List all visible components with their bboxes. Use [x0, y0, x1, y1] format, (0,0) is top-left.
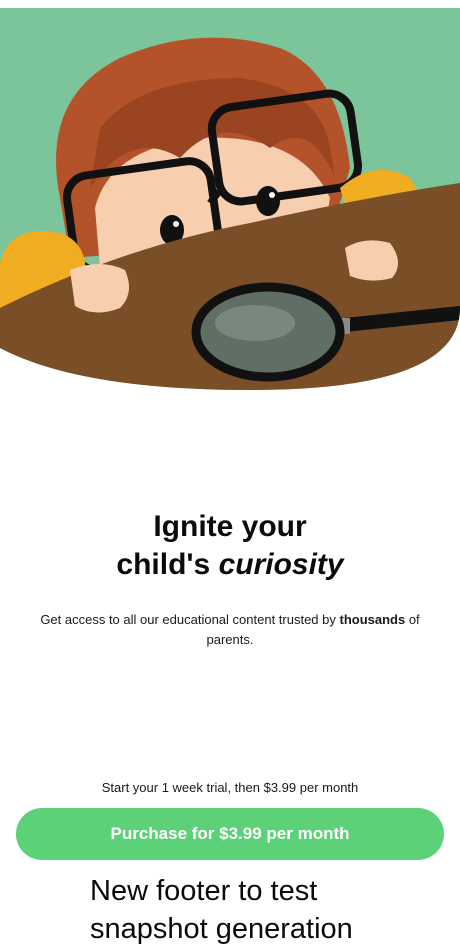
headline-line-1: Ignite your: [153, 510, 307, 543]
footer-text: New footer to test snapshot generation: [90, 875, 353, 945]
headline-line-2-prefix: child's: [116, 548, 219, 581]
subtitle: Get access to all our educational conten…: [30, 610, 430, 650]
subtitle-text: Get access to all our educational conten…: [40, 612, 340, 627]
trial-text: Start your 1 week trial, then $3.99 per …: [101, 780, 359, 795]
purchase-button[interactable]: Purchase for $3.99 per month: [16, 808, 444, 860]
headline: Ignite your child's curiosity: [0, 508, 460, 584]
hero-illustration: [0, 8, 460, 393]
subtitle-emphasis: thousands: [339, 612, 406, 627]
headline-emphasis: curiosity: [218, 548, 344, 581]
